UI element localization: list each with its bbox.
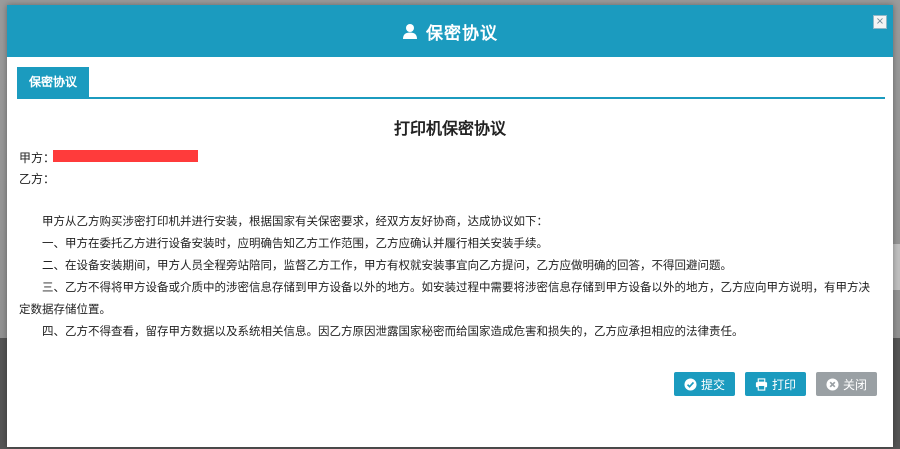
printer-icon — [755, 377, 768, 391]
dialog-header: 保密协议 × — [7, 5, 893, 57]
party-a-label: 甲方： — [19, 151, 56, 165]
dialog-title: 保密协议 — [426, 23, 498, 44]
submit-button[interactable]: 提交 — [673, 372, 735, 396]
print-button-label: 打印 — [771, 377, 796, 392]
dialog-actions: 提交 打印 关闭 — [673, 372, 877, 396]
clause-2: 二、在设备安装期间，甲方人员全程旁站陪同，监督乙方工作，甲方有权就安装事宜向乙方… — [42, 258, 732, 272]
close-button[interactable]: 关闭 — [815, 372, 877, 396]
clause-4: 四、乙方不得查看，留存甲方数据以及系统相关信息。因乙方原因泄露国家秘密而给国家造… — [42, 324, 744, 338]
tab-agreement[interactable]: 保密协议 — [17, 67, 90, 97]
tab-bar: 保密协议 — [17, 67, 885, 99]
dialog-close-icon[interactable]: × — [873, 15, 887, 29]
print-button[interactable]: 打印 — [744, 372, 806, 396]
clause-intro: 甲方从乙方购买涉密打印机并进行安装，根据国家有关保密要求，经双方友好协商，达成协… — [42, 214, 548, 228]
party-a-redacted-value — [53, 150, 198, 162]
agreement-clauses: 甲方从乙方购买涉密打印机并进行安装，根据国家有关保密要求，经双方友好协商，达成协… — [19, 210, 881, 342]
check-circle-icon — [684, 377, 697, 391]
dialog-title-group: 保密协议 — [402, 19, 498, 44]
close-button-label: 关闭 — [842, 377, 867, 392]
party-b-label: 乙方： — [19, 172, 56, 186]
user-icon — [402, 23, 418, 40]
clause-3: 三、乙方不得将甲方设备或介质中的涉密信息存储到甲方设备以外的地方。如安装过程中需… — [19, 280, 870, 316]
background-edge-panel — [893, 244, 900, 290]
agreement-dialog: 保密协议 × 保密协议 打印机保密协议 甲方： 乙方： 甲方从乙方购买涉密打印机… — [7, 5, 893, 447]
x-circle-icon — [826, 377, 839, 391]
clause-1: 一、甲方在委托乙方进行设备安装时，应明确告知乙方工作范围，乙方应确认并履行相关安… — [42, 236, 548, 250]
document-title: 打印机保密协议 — [393, 119, 506, 138]
submit-button-label: 提交 — [700, 377, 725, 392]
